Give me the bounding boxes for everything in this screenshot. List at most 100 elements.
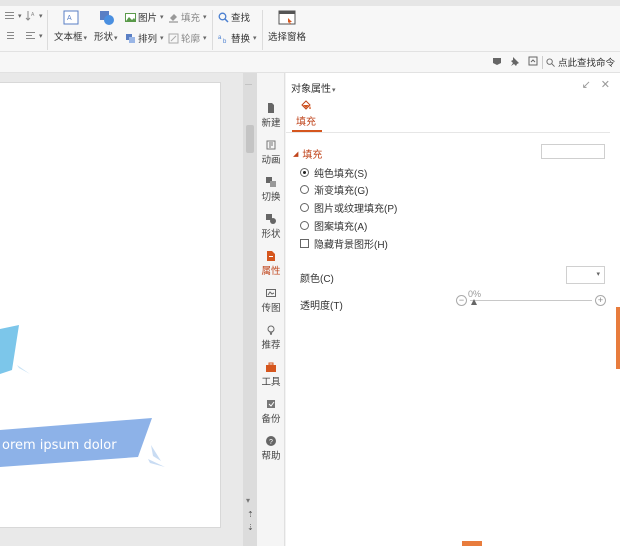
selection-pane-icon [278,10,296,25]
close-icon[interactable]: ✕ [601,78,610,91]
find-button[interactable]: 查找 [218,10,250,24]
svg-text:a: a [218,35,222,41]
option-label: 纯色填充(S) [314,169,368,180]
transparency-slider[interactable]: − 0% + [456,289,606,309]
status-accent [462,541,482,546]
task-pane-nav: 新建 动画 切换 形状 属性 传图 推荐 工具 备份 ? 帮助 [257,73,285,546]
nav-item-upload-image[interactable]: 传图 [257,288,285,314]
nav-item-label: 工具 [261,377,281,388]
nav-item-animation[interactable]: 动画 [257,140,285,166]
collapse-triangle-icon: ◢ [293,150,299,158]
selection-pane-button[interactable]: 选择窗格 [268,10,306,43]
radio-gradient-fill[interactable] [300,185,309,194]
tab-fill[interactable]: 填充 [294,99,318,128]
shape-label: 形状 [94,32,114,43]
arrange-icon [126,33,135,43]
line-spacing-button[interactable]: ▾ [25,30,43,41]
find-icon [218,12,229,23]
list-icon [5,12,14,19]
color-dropdown[interactable]: ▾ [566,266,605,284]
pane-edge-tab[interactable] [616,307,620,369]
nav-item-recommend[interactable]: 推荐 [257,325,285,351]
slide-decoration [0,325,165,467]
nav-item-help[interactable]: ? 帮助 [257,436,285,462]
increase-icon[interactable]: + [595,295,606,306]
textbox-icon: A [63,10,79,25]
line-spacing-icon [26,32,35,39]
option-pattern-fill[interactable]: 图案填充(A) [300,218,367,233]
picture-icon [125,12,136,22]
animation-icon [266,140,276,150]
ribbon-toolbar: ▾ A ▾ ▾ A 文本框▾ 形状▾ 图片 ▾ 填充 ▾ 排列 ▾ 轮廓 ▾ 查找 [0,6,620,52]
fill-section-header[interactable]: ◢ 填充 [293,146,322,161]
option-gradient-fill[interactable]: 渐变填充(G) [300,182,368,197]
slider-track[interactable] [470,300,592,301]
vertical-scrollbar[interactable]: — ▾ ⇡ ⇣ [243,73,257,546]
slide-canvas: orem ipsum dolor [0,73,243,546]
command-search-field[interactable]: 点此查找命令 [546,55,615,69]
sort-button[interactable]: A ▾ [25,10,43,21]
ribbon-separator [262,10,263,50]
collapse-ribbon-icon[interactable] [528,56,538,66]
dock-pane-icon[interactable]: ↙ [582,78,591,91]
recommend-icon [267,325,275,335]
next-slide-icon[interactable]: ⇣ [247,523,254,532]
fill-button[interactable]: 填充 ▾ [168,10,207,24]
fill-section-title: 填充 [302,150,323,161]
option-label: 图案填充(A) [314,222,368,233]
command-search-bar: 点此查找命令 [0,52,620,73]
search-icon [546,57,555,67]
nav-item-toolbox[interactable]: 工具 [257,362,285,388]
checkbox-hide-background[interactable] [300,239,309,248]
indent-button[interactable] [4,30,15,41]
nav-item-switch[interactable]: 切换 [257,177,285,203]
option-solid-fill[interactable]: 纯色填充(S) [300,165,367,180]
nav-item-shape[interactable]: 形状 [257,214,285,240]
list-format-button[interactable]: ▾ [4,10,22,21]
outline-button[interactable]: 轮廓 ▾ [168,31,207,45]
scroll-down-arrow-icon[interactable]: ▾ [246,496,250,505]
slider-knob[interactable] [471,299,477,305]
arrange-button[interactable]: 排列 ▾ [125,31,164,45]
prev-slide-icon[interactable]: ⇡ [247,510,254,519]
pane-title-dropdown[interactable]: 对象属性▾ [291,80,336,95]
slide-body-text[interactable]: orem ipsum dolor [2,438,117,453]
chevron-down-icon: ▾ [596,271,600,278]
find-label: 查找 [231,13,251,24]
option-hide-background[interactable]: 隐藏背景图形(H) [300,236,388,251]
skin-icon[interactable] [492,56,502,66]
nav-item-property[interactable]: 属性 [257,251,285,277]
nav-item-label: 备份 [261,414,281,425]
ribbon-separator [47,10,48,50]
nav-item-label: 切换 [261,192,281,203]
picture-button[interactable]: 图片 ▾ [125,10,164,24]
color-label: 颜色(C) [300,274,334,285]
fill-preset-box[interactable] [541,144,605,159]
nav-item-backup[interactable]: 备份 [257,399,285,425]
decrease-icon[interactable]: − [456,295,467,306]
option-picture-texture-fill[interactable]: 图片或纹理填充(P) [300,200,397,215]
replace-icon: ab [218,35,227,44]
pin-icon[interactable] [510,56,520,66]
radio-pattern-fill[interactable] [300,221,309,230]
option-label: 隐藏背景图形(H) [314,240,388,251]
svg-text:A: A [67,15,72,22]
radio-solid-fill[interactable] [300,168,309,177]
shape-button[interactable]: 形状▾ [94,10,118,43]
new-doc-icon [268,103,274,113]
textbox-button[interactable]: A 文本框▾ [54,10,87,43]
nav-item-label: 推荐 [261,340,281,351]
property-icon [267,251,275,261]
nav-item-label: 动画 [261,155,281,166]
replace-button[interactable]: ab 替换 ▾ [218,31,257,45]
scrollbar-thumb[interactable] [246,125,254,153]
radio-picture-texture-fill[interactable] [300,203,309,212]
transparency-value: 0% [468,289,482,299]
option-label: 图片或纹理填充(P) [314,204,398,215]
scroll-top-arrow-icon[interactable]: — [245,81,252,88]
nav-item-label: 传图 [261,303,281,314]
option-label: 渐变填充(G) [314,186,369,197]
shape-icon [99,11,114,25]
nav-item-new[interactable]: 新建 [257,103,285,129]
slide[interactable]: orem ipsum dolor [0,82,221,528]
